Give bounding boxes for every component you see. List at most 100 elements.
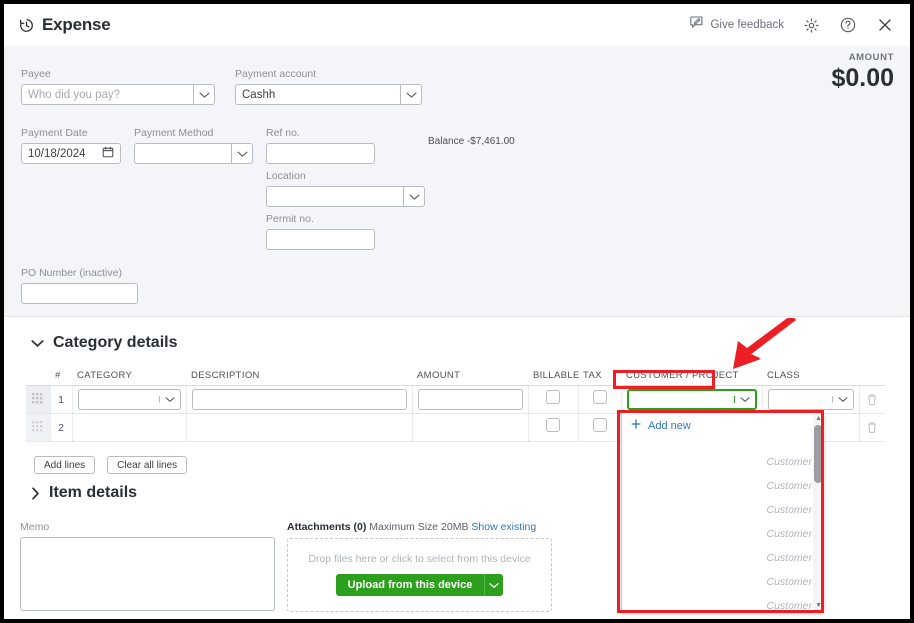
payee-label: Payee bbox=[21, 68, 51, 80]
attachments-title-row: Attachments (0) Maximum Size 20MB Show e… bbox=[287, 521, 552, 533]
class-chevron-down-icon[interactable] bbox=[831, 396, 853, 403]
dropdown-scrollbar-thumb[interactable] bbox=[814, 425, 822, 483]
customer-project-dropdown[interactable]: Add new Customer Customer Customer Custo… bbox=[621, 412, 824, 612]
list-item[interactable]: Customer bbox=[622, 474, 823, 498]
customer-project-combobox-row1[interactable] bbox=[626, 389, 757, 410]
location-input[interactable] bbox=[266, 186, 403, 207]
calendar-icon[interactable] bbox=[102, 146, 114, 161]
tax-checkbox-row1[interactable] bbox=[592, 390, 607, 404]
memo-label: Memo bbox=[20, 521, 50, 533]
scroll-up-arrow-icon[interactable]: ▲ bbox=[815, 415, 822, 422]
col-class: CLASS bbox=[762, 367, 859, 386]
billable-checkbox-row2[interactable] bbox=[546, 418, 560, 432]
scroll-down-arrow-icon[interactable]: ▼ bbox=[815, 602, 822, 609]
customer-project-chevron-down-icon[interactable] bbox=[733, 396, 755, 403]
cell-tax[interactable] bbox=[578, 385, 622, 414]
question-circle-icon[interactable] bbox=[839, 16, 857, 34]
cell-customer-project[interactable] bbox=[621, 385, 763, 414]
payee-field-group: Payee Who did you pay? bbox=[21, 68, 215, 105]
cell-class[interactable] bbox=[762, 385, 860, 414]
memo-textarea[interactable] bbox=[20, 537, 275, 611]
category-chevron-down-icon[interactable] bbox=[158, 396, 180, 403]
table-header-row: # CATEGORY DESCRIPTION AMOUNT BILLABLE T… bbox=[26, 367, 885, 386]
billable-checkbox-row1[interactable] bbox=[546, 390, 560, 404]
drag-handle-icon[interactable] bbox=[26, 385, 51, 414]
attachments-dropzone[interactable]: Drop files here or click to select from … bbox=[287, 538, 552, 612]
col-drag bbox=[26, 367, 50, 386]
close-icon[interactable] bbox=[876, 16, 894, 34]
expense-window: Expense Give feedback AMOUNT $0.00 Payee… bbox=[0, 0, 914, 623]
payment-account-chevron-down-icon[interactable] bbox=[400, 84, 422, 105]
payee-input[interactable]: Who did you pay? bbox=[21, 84, 193, 105]
list-item[interactable]: Customer bbox=[622, 522, 823, 546]
category-details-heading: Category details bbox=[53, 334, 178, 351]
payment-account-input[interactable]: Cashh bbox=[235, 84, 400, 105]
add-lines-button[interactable]: Add lines bbox=[34, 456, 96, 474]
tax-checkbox-row2[interactable] bbox=[592, 418, 607, 432]
window-titlebar: Expense Give feedback bbox=[4, 4, 910, 46]
category-combobox-row1[interactable] bbox=[77, 389, 181, 410]
expense-form-panel: AMOUNT $0.00 Payee Who did you pay? Paym… bbox=[4, 46, 910, 317]
cell-tax[interactable] bbox=[578, 413, 622, 442]
upload-chevron-down-icon[interactable] bbox=[484, 574, 504, 596]
clear-all-lines-button[interactable]: Clear all lines bbox=[107, 456, 188, 474]
list-item[interactable]: Customer bbox=[622, 570, 823, 594]
list-item[interactable]: Customer bbox=[622, 546, 823, 570]
permit-no-label: Permit no. bbox=[266, 213, 314, 225]
ref-no-input[interactable] bbox=[266, 143, 375, 164]
cell-billable[interactable] bbox=[528, 413, 579, 442]
chevron-right-icon[interactable] bbox=[31, 486, 40, 500]
gear-icon[interactable] bbox=[803, 17, 820, 34]
location-combobox[interactable] bbox=[266, 186, 425, 207]
payment-account-combobox[interactable]: Cashh bbox=[235, 84, 422, 105]
po-number-input[interactable] bbox=[21, 283, 138, 304]
list-item[interactable]: Customer bbox=[622, 498, 823, 522]
list-item[interactable]: Customer bbox=[622, 450, 823, 474]
list-item[interactable]: Customer bbox=[622, 594, 823, 611]
drag-handle-icon[interactable] bbox=[26, 413, 51, 442]
cell-amount[interactable] bbox=[412, 413, 529, 442]
description-input-row1[interactable] bbox=[191, 389, 407, 410]
dropzone-text: Drop files here or click to select from … bbox=[308, 553, 531, 565]
cell-delete[interactable] bbox=[859, 385, 885, 414]
cell-delete[interactable] bbox=[859, 413, 885, 442]
cell-amount[interactable] bbox=[412, 385, 529, 414]
page-title: Expense bbox=[42, 15, 111, 34]
location-field-group: Location bbox=[266, 170, 425, 207]
chevron-down-icon[interactable] bbox=[31, 339, 44, 348]
amount-value: $0.00 bbox=[831, 64, 894, 92]
po-number-label: PO Number (inactive) bbox=[21, 267, 122, 279]
po-number-field-group: PO Number (inactive) bbox=[21, 267, 138, 304]
show-existing-link[interactable]: Show existing bbox=[471, 521, 536, 533]
payment-method-chevron-down-icon[interactable] bbox=[231, 143, 253, 164]
cell-description[interactable] bbox=[186, 413, 413, 442]
location-chevron-down-icon[interactable] bbox=[403, 186, 425, 207]
amount-input-row1[interactable] bbox=[417, 389, 523, 410]
item-details-heading: Item details bbox=[49, 484, 138, 501]
give-feedback-button[interactable]: Give feedback bbox=[689, 15, 784, 35]
class-combobox-row1[interactable] bbox=[767, 389, 854, 410]
payee-chevron-down-icon[interactable] bbox=[193, 84, 215, 105]
cell-billable[interactable] bbox=[528, 385, 579, 414]
payment-method-combobox[interactable] bbox=[134, 143, 253, 164]
payee-combobox[interactable]: Who did you pay? bbox=[21, 84, 215, 105]
payment-date-field-group: Payment Date 10/18/2024 bbox=[21, 127, 121, 164]
payment-method-input[interactable] bbox=[134, 143, 231, 164]
cell-description[interactable] bbox=[186, 385, 413, 414]
upload-button-group: Upload from this device bbox=[335, 574, 504, 596]
row-number: 2 bbox=[50, 413, 73, 442]
table-row[interactable]: 1 bbox=[26, 385, 885, 414]
payment-account-label: Payment account bbox=[235, 68, 317, 80]
line-actions: Add lines Clear all lines bbox=[34, 456, 188, 474]
cell-category[interactable] bbox=[72, 385, 187, 414]
dropdown-add-new-item[interactable]: Add new bbox=[622, 413, 823, 438]
memo-field-group: Memo bbox=[20, 521, 275, 611]
attachments-max-size: Maximum Size 20MB bbox=[369, 521, 469, 533]
category-details-section-header[interactable]: Category details bbox=[31, 334, 177, 352]
payment-date-input[interactable]: 10/18/2024 bbox=[21, 143, 121, 164]
item-details-section-header[interactable]: Item details bbox=[31, 484, 137, 502]
titlebar-actions: Give feedback bbox=[689, 15, 910, 35]
upload-from-device-button[interactable]: Upload from this device bbox=[335, 574, 485, 596]
cell-category[interactable] bbox=[72, 413, 187, 442]
permit-no-input[interactable] bbox=[266, 229, 375, 250]
